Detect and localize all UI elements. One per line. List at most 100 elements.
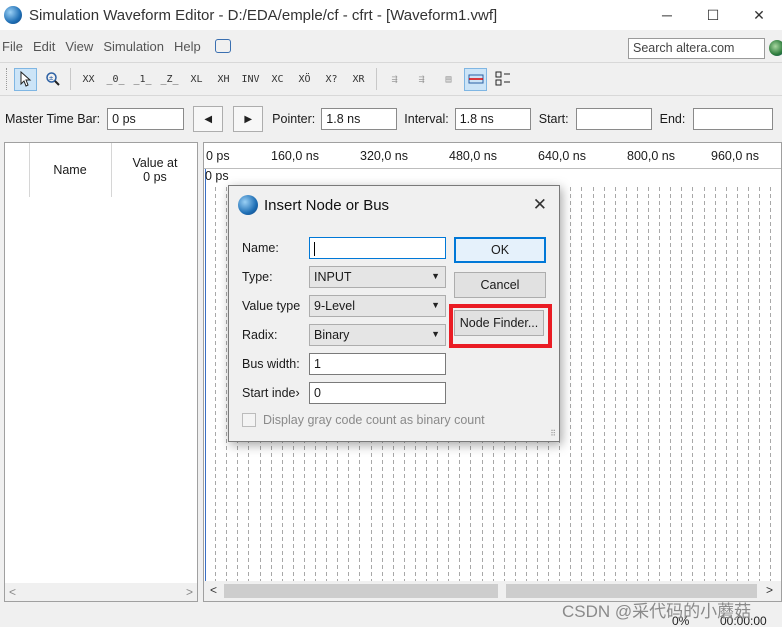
pointer-label: Pointer: bbox=[272, 112, 316, 126]
generate-netlist-icon[interactable]: ▤ bbox=[437, 68, 460, 91]
value-type-select-value: 9-Level bbox=[314, 299, 355, 313]
ruler-tick-label: 160,0 ns bbox=[271, 149, 319, 163]
message-icon[interactable] bbox=[214, 39, 231, 53]
forcing-high-icon[interactable]: _1_ bbox=[131, 68, 154, 91]
chevron-down-icon: ▼ bbox=[431, 329, 440, 339]
menu-simulation[interactable]: Simulation bbox=[99, 39, 170, 54]
value-type-select[interactable]: 9-Level ▼ bbox=[309, 295, 446, 317]
toolbar-separator bbox=[376, 68, 377, 90]
dialog-title-bar[interactable]: Insert Node or Bus ✕ bbox=[229, 186, 559, 224]
scroll-right-arrow[interactable]: > bbox=[186, 585, 193, 599]
radix-label: Radix: bbox=[242, 328, 278, 342]
value-header-line1: Value at bbox=[132, 156, 178, 170]
svg-text:±: ± bbox=[49, 74, 53, 82]
resize-grip-icon[interactable]: ⠿ bbox=[550, 429, 556, 438]
value-type-label: Value type bbox=[242, 299, 301, 313]
end-field[interactable] bbox=[693, 108, 774, 130]
master-time-bar-label: Master Time Bar: bbox=[5, 112, 101, 126]
toolbar-separator bbox=[70, 68, 71, 90]
gray-code-checkbox-row[interactable]: Display gray code count as binary count bbox=[242, 413, 485, 427]
sort-by-name-icon[interactable] bbox=[491, 68, 514, 91]
snap-to-grid-icon[interactable] bbox=[464, 67, 487, 91]
gray-code-label: Display gray code count as binary count bbox=[263, 413, 485, 427]
chevron-down-icon: ▼ bbox=[431, 300, 440, 310]
invert-icon[interactable]: INV bbox=[239, 68, 262, 91]
bus-width-input[interactable]: 1 bbox=[309, 353, 446, 375]
name-label: Name: bbox=[242, 241, 279, 255]
start-index-label: Start inde› bbox=[242, 386, 300, 400]
dialog-title: Insert Node or Bus bbox=[264, 196, 390, 214]
dialog-close-icon[interactable]: ✕ bbox=[533, 195, 547, 215]
selection-tool-icon[interactable] bbox=[14, 67, 37, 91]
title-bar: Simulation Waveform Editor - D:/EDA/empl… bbox=[0, 0, 782, 30]
scroll-left-arrow[interactable]: < bbox=[210, 583, 217, 597]
start-label: Start: bbox=[538, 112, 569, 126]
ruler-tick-label: 0 ps bbox=[206, 149, 230, 163]
cancel-button[interactable]: Cancel bbox=[454, 272, 546, 298]
node-list-pane[interactable]: Name Value at 0 ps < > bbox=[4, 142, 198, 602]
radix-select-value: Binary bbox=[314, 328, 350, 342]
scroll-left-arrow[interactable]: < bbox=[9, 585, 16, 599]
interval-field[interactable]: 1.8 ns bbox=[454, 108, 531, 130]
maximize-button[interactable]: ☐ bbox=[690, 0, 736, 30]
run-timing-simulation-icon[interactable]: ⇶ bbox=[410, 68, 433, 91]
scroll-track[interactable] bbox=[224, 584, 757, 598]
ruler-tick-label: 320,0 ns bbox=[360, 149, 408, 163]
interval-label: Interval: bbox=[404, 112, 449, 126]
minimize-button[interactable]: ─ bbox=[644, 0, 690, 30]
previous-transition-button[interactable]: ◀ bbox=[193, 106, 224, 132]
weak-low-icon[interactable]: XL bbox=[185, 68, 208, 91]
text-caret bbox=[314, 241, 315, 256]
run-functional-simulation-icon[interactable]: ⇶ bbox=[383, 68, 406, 91]
ruler-tick-label: 960,0 ns bbox=[711, 149, 759, 163]
menu-help[interactable]: Help bbox=[170, 39, 207, 54]
globe-icon[interactable] bbox=[769, 40, 782, 56]
name-input[interactable] bbox=[309, 237, 446, 259]
type-select[interactable]: INPUT ▼ bbox=[309, 266, 446, 288]
ruler-tick-label: 800,0 ns bbox=[627, 149, 675, 163]
master-time-bar-field[interactable]: 0 ps bbox=[107, 108, 185, 130]
value-column-header[interactable]: Value at 0 ps bbox=[112, 143, 198, 197]
type-select-value: INPUT bbox=[314, 270, 352, 284]
menu-view[interactable]: View bbox=[61, 39, 99, 54]
menu-edit[interactable]: Edit bbox=[29, 39, 61, 54]
toolbar: ± XX _0_ _1_ _Z_ XL XH INV XC XÖ X? XR ⇶… bbox=[0, 62, 782, 96]
search-input[interactable]: Search altera.com bbox=[628, 38, 765, 59]
forcing-unknown-icon[interactable]: XX bbox=[77, 68, 100, 91]
random-value-icon[interactable]: XR bbox=[347, 68, 370, 91]
window-title: Simulation Waveform Editor - D:/EDA/empl… bbox=[29, 6, 498, 24]
insert-node-dialog: Insert Node or Bus ✕ Name: Type: INPUT ▼ … bbox=[228, 185, 560, 442]
forcing-value-icon[interactable]: X? bbox=[320, 68, 343, 91]
value-header-line2: 0 ps bbox=[143, 170, 167, 184]
type-label: Type: bbox=[242, 270, 273, 284]
high-impedance-icon[interactable]: _Z_ bbox=[158, 68, 181, 91]
clock-icon[interactable]: XÖ bbox=[293, 68, 316, 91]
quartus-app-icon bbox=[238, 195, 258, 215]
radix-select[interactable]: Binary ▼ bbox=[309, 324, 446, 346]
ok-button[interactable]: OK bbox=[454, 237, 546, 263]
start-field[interactable] bbox=[575, 108, 652, 130]
forcing-low-icon[interactable]: _0_ bbox=[104, 68, 127, 91]
ruler-tick-label: 480,0 ns bbox=[449, 149, 497, 163]
scroll-thumb[interactable] bbox=[498, 584, 506, 598]
next-transition-button[interactable]: ▶ bbox=[233, 106, 264, 132]
menu-file[interactable]: File bbox=[0, 39, 29, 54]
time-ruler[interactable]: 0 ps 160,0 ns 320,0 ns 480,0 ns 640,0 ns… bbox=[204, 143, 781, 169]
close-button[interactable]: ✕ bbox=[736, 0, 782, 30]
ruler-tick-label: 640,0 ns bbox=[538, 149, 586, 163]
gray-code-checkbox[interactable] bbox=[242, 413, 256, 427]
master-time-marker-label: 0 ps bbox=[205, 169, 229, 183]
scroll-right-arrow[interactable]: > bbox=[766, 583, 773, 597]
start-index-input[interactable]: 0 bbox=[309, 382, 446, 404]
count-value-icon[interactable]: XC bbox=[266, 68, 289, 91]
red-highlight-annotation bbox=[449, 304, 552, 348]
name-column-header[interactable]: Name bbox=[30, 143, 110, 197]
end-label: End: bbox=[659, 112, 686, 126]
quartus-app-icon bbox=[4, 6, 22, 24]
node-list-hscrollbar[interactable]: < > bbox=[5, 583, 197, 601]
weak-high-icon[interactable]: XH bbox=[212, 68, 235, 91]
bus-width-label: Bus width: bbox=[242, 357, 300, 371]
pointer-field[interactable]: 1.8 ns bbox=[321, 108, 398, 130]
zoom-tool-icon[interactable]: ± bbox=[41, 68, 64, 91]
window-controls: ─ ☐ ✕ bbox=[644, 0, 782, 30]
